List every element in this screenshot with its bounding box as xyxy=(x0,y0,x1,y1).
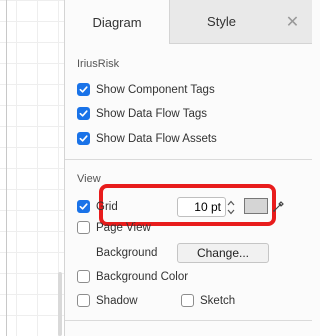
checkbox-checked-icon[interactable] xyxy=(77,200,90,213)
shadow-option[interactable]: Shadow xyxy=(77,294,138,307)
checkbox-checked-icon[interactable] xyxy=(77,107,90,120)
grid-size-input[interactable]: 10 pt xyxy=(177,197,226,217)
checkbox-unchecked-icon[interactable] xyxy=(77,270,90,283)
background-color-option[interactable]: Background Color xyxy=(77,270,188,283)
section-title-view: View xyxy=(77,173,101,185)
section-divider xyxy=(65,320,312,321)
panel-tabs: Diagram Style ✕ xyxy=(65,0,312,44)
sketch-label: Sketch xyxy=(200,294,236,307)
format-panel: Diagram Style ✕ IriusRisk Show Component… xyxy=(64,0,312,336)
section-title-iriusrisk: IriusRisk xyxy=(77,58,120,70)
tab-diagram[interactable]: Diagram xyxy=(65,0,169,44)
spin-up-icon[interactable] xyxy=(226,198,236,207)
tab-style[interactable]: Style xyxy=(169,0,273,44)
eyedropper-icon[interactable] xyxy=(271,198,285,214)
background-color-label: Background Color xyxy=(96,270,189,283)
background-label: Background xyxy=(96,247,158,259)
checkbox-unchecked-icon[interactable] xyxy=(181,294,194,307)
show-data-flow-tags-option[interactable]: Show Data Flow Tags xyxy=(77,107,207,120)
shadow-label: Shadow xyxy=(96,294,138,307)
option-label: Show Data Flow Tags xyxy=(96,107,208,120)
checkbox-checked-icon[interactable] xyxy=(77,132,90,145)
grid-option[interactable]: Grid xyxy=(77,200,118,213)
grid-color-swatch[interactable] xyxy=(244,198,268,214)
canvas-scrollbar[interactable] xyxy=(58,272,62,336)
spinner-arrows-icon[interactable] xyxy=(226,197,236,217)
spin-down-icon[interactable] xyxy=(226,207,236,216)
page-view-label: Page View xyxy=(96,221,151,234)
sketch-option[interactable]: Sketch xyxy=(181,294,235,307)
diagram-canvas[interactable] xyxy=(0,0,64,336)
checkbox-unchecked-icon[interactable] xyxy=(77,294,90,307)
show-data-flow-assets-option[interactable]: Show Data Flow Assets xyxy=(77,132,217,145)
canvas-border xyxy=(6,0,7,336)
change-background-button[interactable]: Change... xyxy=(177,243,269,263)
option-label: Show Component Tags xyxy=(96,83,215,96)
checkbox-checked-icon[interactable] xyxy=(77,83,90,96)
page-view-option[interactable]: Page View xyxy=(77,221,151,234)
checkbox-unchecked-icon[interactable] xyxy=(77,221,90,234)
close-icon[interactable]: ✕ xyxy=(273,0,312,44)
section-divider xyxy=(65,159,312,160)
option-label: Show Data Flow Assets xyxy=(96,132,217,145)
show-component-tags-option[interactable]: Show Component Tags xyxy=(77,83,215,96)
grid-label: Grid xyxy=(96,200,118,213)
